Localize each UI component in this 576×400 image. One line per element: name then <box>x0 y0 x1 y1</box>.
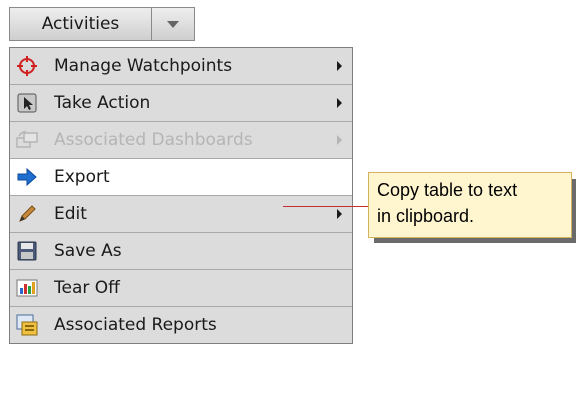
menu-item-save-as[interactable]: Save As <box>10 233 352 270</box>
menu-item-associated-reports[interactable]: Associated Reports <box>10 307 352 343</box>
pencil-icon <box>16 203 38 225</box>
submenu-arrow-icon <box>337 61 342 71</box>
menu-item-label: Edit <box>54 204 87 224</box>
callout-leader-line <box>283 206 372 207</box>
menu-item-take-action[interactable]: Take Action <box>10 85 352 122</box>
menu-item-export[interactable]: Export <box>10 159 352 196</box>
floppy-disk-icon <box>16 240 38 262</box>
menu-item-manage-watchpoints[interactable]: Manage Watchpoints <box>10 48 352 85</box>
menu-item-label: Manage Watchpoints <box>54 56 233 76</box>
crosshair-icon <box>16 55 38 77</box>
callout-text-line-2: in clipboard. <box>377 206 475 226</box>
tear-off-chart-icon <box>16 277 38 299</box>
dashboards-icon <box>16 129 38 151</box>
submenu-arrow-icon <box>337 135 342 145</box>
menu-item-edit[interactable]: Edit <box>10 196 352 233</box>
activities-label[interactable]: Activities <box>10 8 152 40</box>
export-arrow-icon <box>16 166 38 188</box>
activities-dropdown-arrow[interactable] <box>152 8 194 40</box>
reports-icon <box>16 314 38 336</box>
submenu-arrow-icon <box>337 98 342 108</box>
callout-box: Copy table to text in clipboard. <box>368 172 572 238</box>
chevron-down-icon <box>167 20 179 28</box>
callout-text-line-1: Copy table to text <box>377 180 518 200</box>
submenu-arrow-icon <box>337 209 342 219</box>
activities-menu: Manage Watchpoints Take Action Associate… <box>9 47 353 344</box>
menu-item-associated-dashboards[interactable]: Associated Dashboards <box>10 122 352 159</box>
menu-item-tear-off[interactable]: Tear Off <box>10 270 352 307</box>
cursor-icon <box>16 92 38 114</box>
menu-item-label: Take Action <box>54 93 151 113</box>
menu-item-label: Save As <box>54 241 122 261</box>
menu-item-label: Associated Dashboards <box>54 130 253 150</box>
menu-item-label: Tear Off <box>54 278 120 298</box>
activities-button[interactable]: Activities <box>9 7 195 41</box>
menu-item-label: Associated Reports <box>54 315 217 335</box>
menu-item-label: Export <box>54 167 110 187</box>
